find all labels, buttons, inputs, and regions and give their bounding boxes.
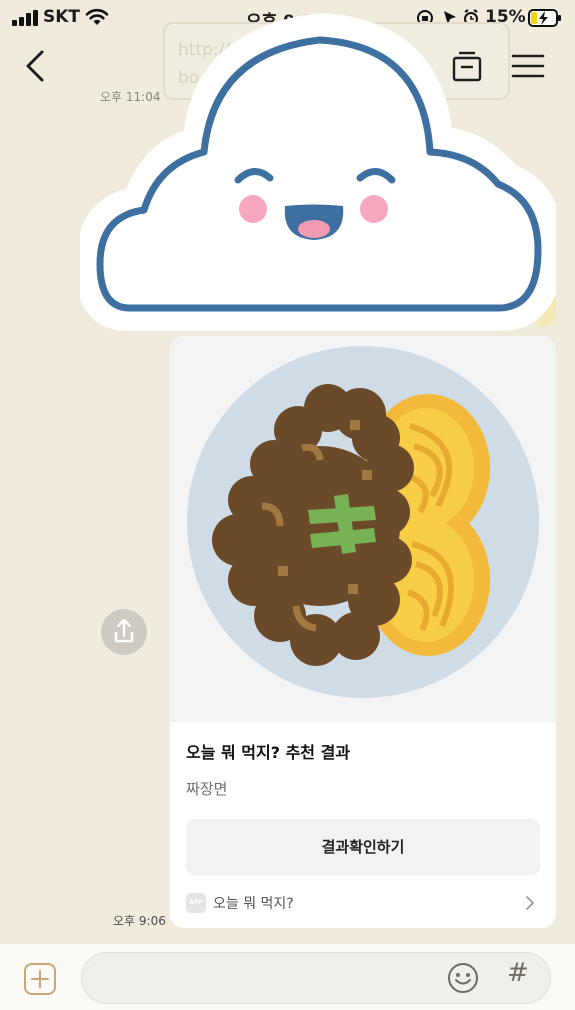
jjajangmyeon-plate-icon — [170, 336, 556, 722]
right-cheek — [360, 195, 388, 223]
share-icon — [114, 618, 134, 643]
app-badge-icon: APP — [186, 893, 206, 913]
message-input[interactable] — [81, 952, 551, 1004]
emoji-icon[interactable] — [447, 962, 479, 994]
card-footer-link[interactable]: APP 오늘 뭐 먹지? — [186, 890, 540, 916]
carrier-name: SKT — [43, 7, 81, 27]
chevron-right-icon — [526, 896, 534, 910]
check-result-button[interactable]: 결과확인하기 — [186, 819, 540, 875]
card-subtitle: 짜장면 — [186, 780, 228, 798]
hash-icon[interactable]: # — [507, 958, 529, 988]
recommendation-card[interactable]: 오늘 뭐 먹지? 추천 결과 짜장면 결과확인하기 APP 오늘 뭐 먹지? — [170, 336, 556, 928]
tongue — [298, 220, 330, 238]
cloud-outline — [96, 36, 542, 312]
share-button[interactable] — [101, 609, 147, 655]
card-footer-label: 오늘 뭐 먹지? — [213, 896, 294, 912]
message-input-bar: # — [0, 944, 575, 1010]
back-button[interactable] — [20, 48, 50, 84]
message-time: 오후 9:06 — [113, 914, 166, 928]
card-title: 오늘 뭐 먹지? 추천 결과 — [186, 743, 351, 762]
left-cheek — [239, 195, 267, 223]
cloud-sticker[interactable] — [80, 12, 556, 334]
signal-bars-icon — [12, 10, 38, 26]
plus-square-icon[interactable] — [23, 962, 57, 996]
